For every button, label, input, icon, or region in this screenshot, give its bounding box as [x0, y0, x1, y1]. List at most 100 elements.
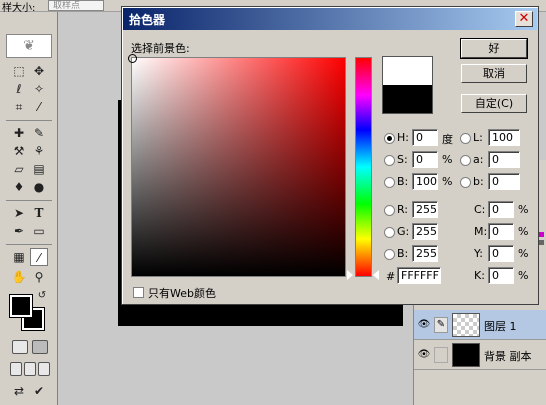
- crop-tool-icon[interactable]: ⌗: [10, 98, 28, 116]
- color-picker-dialog: 拾色器 ✕ 选择前景色: 好 取消 自定(C) H: 0 度 S: 0 % B:…: [121, 6, 539, 305]
- close-icon[interactable]: ✕: [515, 11, 533, 27]
- screen-mode-standard-button[interactable]: [10, 362, 22, 376]
- layer-row[interactable]: 👁 背景 副本: [414, 340, 546, 370]
- black-field[interactable]: 0: [488, 267, 514, 284]
- marquee-tool-icon[interactable]: ⬚: [10, 62, 28, 80]
- dodge-tool-icon[interactable]: ●: [30, 178, 48, 196]
- saturation-unit: %: [442, 153, 453, 166]
- green-radio[interactable]: [384, 227, 395, 238]
- brightness-label: B:: [397, 175, 409, 188]
- blue-field[interactable]: 255: [412, 245, 438, 262]
- black-unit: %: [518, 269, 529, 282]
- toolbox-divider: [6, 200, 52, 201]
- screen-mode-full-button[interactable]: [38, 362, 50, 376]
- cyan-field[interactable]: 0: [488, 201, 514, 218]
- cyan-unit: %: [518, 203, 529, 216]
- cancel-button[interactable]: 取消: [461, 64, 527, 83]
- quick-mask-mode-button[interactable]: [32, 340, 48, 354]
- yellow-field[interactable]: 0: [488, 245, 514, 262]
- dialog-title-bar[interactable]: 拾色器 ✕: [123, 8, 537, 30]
- web-colors-only-label: 只有Web颜色: [148, 287, 216, 300]
- saturation-brightness-field[interactable]: [128, 54, 346, 277]
- hue-label: H:: [397, 131, 409, 144]
- lab-b-field[interactable]: 0: [488, 173, 520, 190]
- layer-name: 背景 副本: [484, 350, 532, 363]
- toolbox-divider: [6, 120, 52, 121]
- blue-radio[interactable]: [384, 249, 395, 260]
- layer-row[interactable]: 👁 ✎ 图层 1: [414, 310, 546, 340]
- eye-icon[interactable]: 👁: [417, 318, 431, 332]
- lab-a-field[interactable]: 0: [488, 151, 520, 168]
- jump-to-imageready-icon[interactable]: ⇄: [10, 382, 28, 400]
- slice-tool-icon[interactable]: ⁄: [30, 98, 48, 116]
- toolbox: ❦ ⬚ ✥ ℓ ✧ ⌗ ⁄ ✚ ✎ ⚒ ⚘ ▱ ▤ ♦ ● ➤ T ✒ ▭ ▦ …: [0, 12, 58, 405]
- lab-b-radio[interactable]: [460, 177, 471, 188]
- lab-l-radio[interactable]: [460, 133, 471, 144]
- current-color-swatch[interactable]: [383, 85, 432, 113]
- brush-tool-icon[interactable]: ✎: [30, 124, 48, 142]
- lab-a-label: a:: [473, 153, 484, 166]
- gradient-tool-icon[interactable]: ▤: [30, 160, 48, 178]
- brightness-unit: %: [442, 175, 453, 188]
- blur-tool-icon[interactable]: ♦: [10, 178, 28, 196]
- brightness-field[interactable]: 100: [412, 173, 438, 190]
- lab-l-field[interactable]: 100: [488, 129, 520, 146]
- hue-field[interactable]: 0: [412, 129, 438, 146]
- green-label: G:: [397, 225, 410, 238]
- move-tool-icon[interactable]: ✥: [30, 62, 48, 80]
- green-field[interactable]: 255: [412, 223, 438, 240]
- ok-button[interactable]: 好: [460, 38, 528, 59]
- checkmark-icon[interactable]: ✔: [30, 382, 48, 400]
- screen-mode-menu-button[interactable]: [24, 362, 36, 376]
- healing-brush-tool-icon[interactable]: ✚: [10, 124, 28, 142]
- brush-link-icon[interactable]: ✎: [434, 317, 448, 333]
- lab-a-radio[interactable]: [460, 155, 471, 166]
- hue-radio[interactable]: [384, 133, 395, 144]
- saturation-field[interactable]: 0: [412, 151, 438, 168]
- yellow-unit: %: [518, 247, 529, 260]
- sample-size-select[interactable]: 取样点: [48, 0, 104, 11]
- path-selection-tool-icon[interactable]: ➤: [10, 204, 28, 222]
- brightness-radio[interactable]: [384, 177, 395, 188]
- pen-tool-icon[interactable]: ✒: [10, 222, 28, 240]
- magenta-unit: %: [518, 225, 529, 238]
- magenta-field[interactable]: 0: [488, 223, 514, 240]
- hand-tool-icon[interactable]: ✋: [10, 268, 28, 286]
- link-slot-icon[interactable]: [434, 347, 448, 363]
- type-tool-icon[interactable]: T: [30, 204, 48, 222]
- color-marker-icon[interactable]: [128, 54, 137, 63]
- zoom-tool-icon[interactable]: ⚲: [30, 268, 48, 286]
- shape-tool-icon[interactable]: ▭: [30, 222, 48, 240]
- eraser-tool-icon[interactable]: ▱: [10, 160, 28, 178]
- hue-slider-right-arrow-icon[interactable]: [373, 270, 379, 280]
- hex-field[interactable]: FFFFFF: [397, 267, 441, 284]
- red-radio[interactable]: [384, 205, 395, 216]
- clone-stamp-tool-icon[interactable]: ⚒: [10, 142, 28, 160]
- layer-thumbnail: [452, 313, 480, 337]
- toolbox-divider: [6, 244, 52, 245]
- hue-slider[interactable]: [355, 57, 372, 277]
- red-label: R:: [397, 203, 409, 216]
- eyedropper-tool-icon[interactable]: ⁄: [30, 248, 48, 266]
- saturation-label: S:: [397, 153, 408, 166]
- lab-b-label: b:: [473, 175, 484, 188]
- custom-colors-button[interactable]: 自定(C): [461, 94, 527, 113]
- swap-colors-icon[interactable]: ↺: [36, 290, 48, 302]
- color-preview: [382, 56, 433, 114]
- layers-panel: 👁 ✎ 图层 1 👁 背景 副本: [413, 300, 546, 405]
- lasso-tool-icon[interactable]: ℓ: [10, 80, 28, 98]
- standard-mode-button[interactable]: [12, 340, 28, 354]
- magic-wand-tool-icon[interactable]: ✧: [30, 80, 48, 98]
- foreground-color-swatch[interactable]: [9, 294, 33, 318]
- new-color-swatch: [383, 57, 432, 85]
- blue-label: B:: [397, 247, 409, 260]
- history-brush-tool-icon[interactable]: ⚘: [30, 142, 48, 160]
- eye-icon[interactable]: 👁: [417, 348, 431, 362]
- web-colors-only-checkbox[interactable]: [133, 287, 144, 298]
- layer-name: 图层 1: [484, 320, 517, 333]
- saturation-radio[interactable]: [384, 155, 395, 166]
- red-field[interactable]: 255: [412, 201, 438, 218]
- notes-tool-icon[interactable]: ▦: [10, 248, 28, 266]
- hue-slider-left-arrow-icon[interactable]: [347, 270, 353, 280]
- pick-color-label: 选择前景色:: [131, 42, 190, 55]
